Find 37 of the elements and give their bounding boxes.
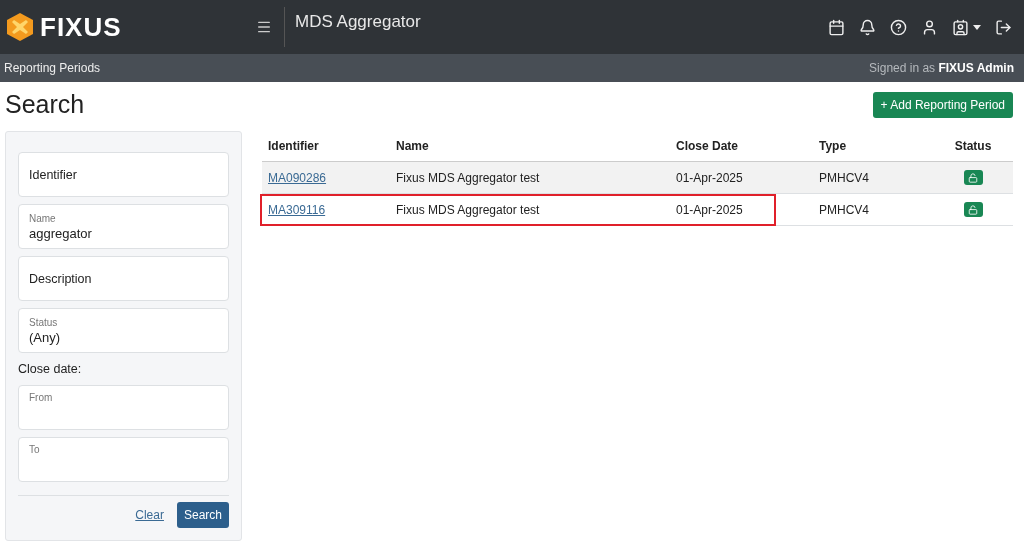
table-cell-text: Fixus MDS Aggregator test — [396, 170, 541, 185]
column-header: Name — [396, 139, 429, 153]
contact-dropdown[interactable] — [952, 18, 981, 36]
caret-icon[interactable] — [973, 24, 981, 30]
input-field[interactable]: Status (Any) — [18, 308, 229, 353]
close-date-label: Close date: — [18, 362, 83, 376]
table-cell-text: 01-Apr-2025 — [676, 202, 744, 217]
add-reporting-period-button[interactable]: + Add Reporting Period — [872, 91, 1013, 118]
date-field[interactable]: From — [18, 385, 229, 430]
breadcrumb-link[interactable]: Reporting Periods — [4, 61, 101, 75]
column-header: Identifier — [268, 139, 319, 153]
clear-link[interactable]: Clear — [135, 508, 164, 522]
table-cell-text: PMHCV4 — [819, 202, 870, 217]
date-field[interactable]: To — [18, 437, 229, 482]
signed-in-text: Signed in as FIXUS Admin — [869, 61, 1014, 75]
input-field[interactable]: Name aggregator — [18, 204, 229, 249]
input-field[interactable]: Description — [18, 256, 229, 301]
page-title: Search — [5, 90, 85, 119]
column-header: Status — [954, 139, 992, 153]
app-title: MDS Aggregator — [295, 12, 421, 32]
logo-icon — [6, 12, 34, 42]
menu-icon[interactable] — [256, 19, 272, 35]
column-header: Type — [819, 139, 847, 153]
input-field[interactable]: Identifier — [18, 152, 229, 197]
identifier-link[interactable]: MA090286 — [268, 170, 396, 185]
identifier-link[interactable]: MA309116 — [268, 202, 396, 217]
calendar-icon[interactable] — [828, 18, 845, 36]
bell-icon[interactable] — [859, 18, 876, 36]
column-header: Close Date — [676, 139, 739, 153]
table-cell-text: Fixus MDS Aggregator test — [396, 202, 541, 217]
logout-icon[interactable] — [995, 18, 1012, 36]
search-button[interactable]: Search — [176, 502, 229, 528]
table-cell-text: 01-Apr-2025 — [676, 170, 744, 185]
user-icon[interactable] — [921, 18, 938, 36]
brand-name: FIXUS — [40, 11, 122, 43]
table-cell-text: PMHCV4 — [819, 170, 870, 185]
help-icon[interactable] — [890, 18, 907, 36]
